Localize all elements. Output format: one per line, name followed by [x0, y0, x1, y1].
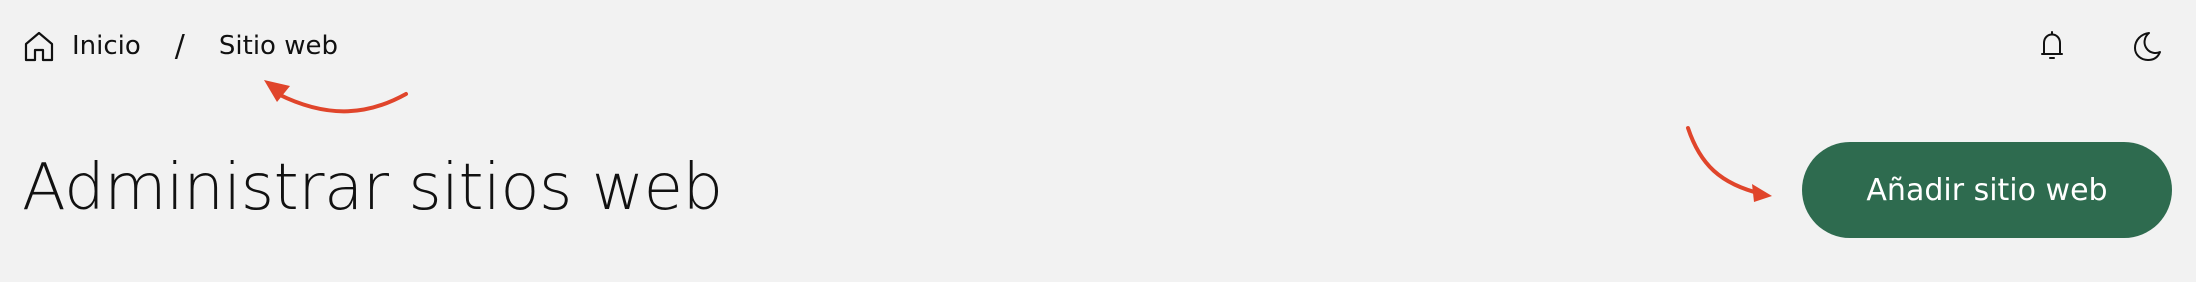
- page-title: Administrar sitios web: [22, 151, 723, 225]
- bell-icon[interactable]: [2034, 28, 2070, 64]
- header-actions: [2034, 24, 2164, 68]
- add-website-button[interactable]: Añadir sitio web: [1802, 142, 2172, 238]
- annotation-arrow-breadcrumb: [264, 80, 408, 114]
- breadcrumb-separator: /: [174, 28, 185, 64]
- breadcrumb-home-link[interactable]: Inicio: [72, 31, 141, 61]
- breadcrumb-current: Sitio web: [218, 31, 338, 61]
- moon-icon[interactable]: [2128, 28, 2164, 64]
- breadcrumb: Inicio / Sitio web: [22, 24, 338, 68]
- home-icon[interactable]: [22, 29, 56, 63]
- annotation-arrow-button: [1686, 126, 1772, 202]
